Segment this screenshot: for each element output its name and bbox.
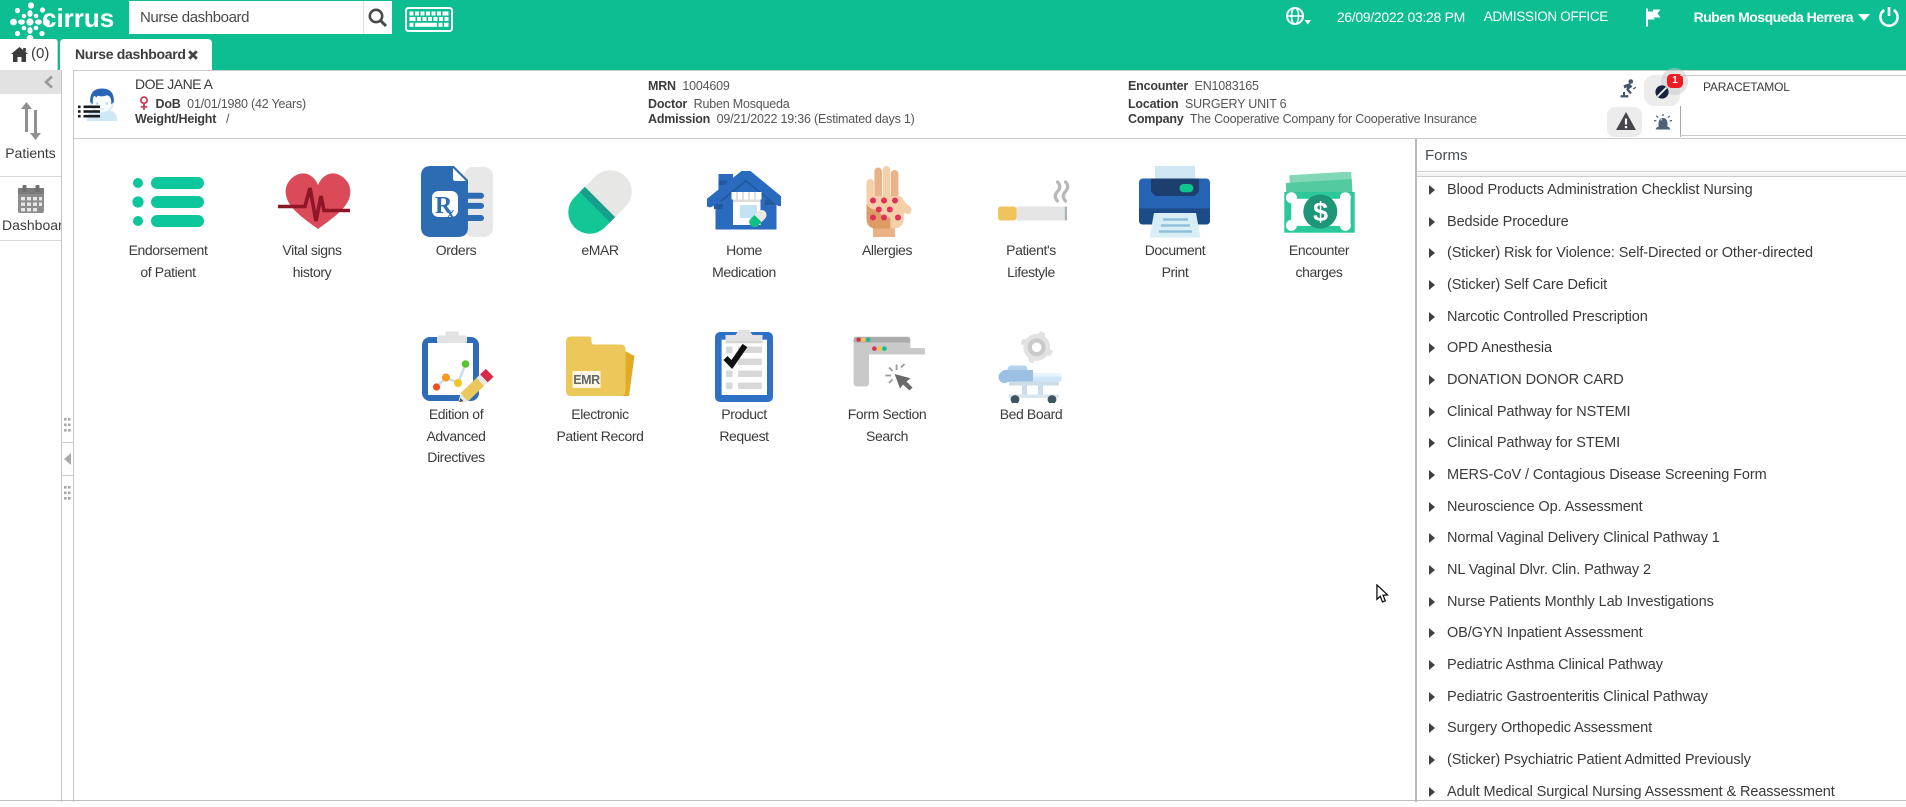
svg-text:EMR: EMR — [573, 373, 600, 387]
svg-text:$: $ — [1312, 197, 1327, 227]
svg-text:x: x — [447, 205, 455, 222]
